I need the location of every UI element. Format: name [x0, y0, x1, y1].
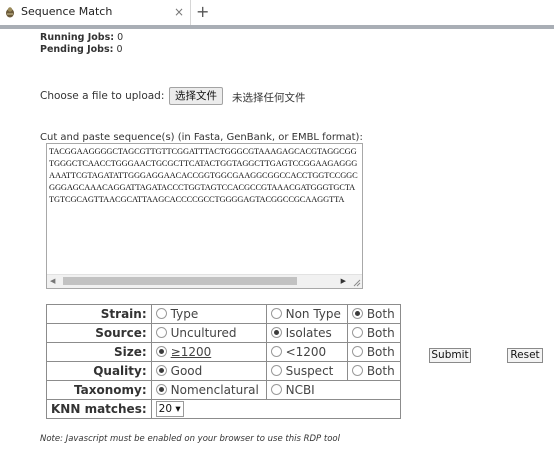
radio-selected-icon[interactable] [155, 346, 167, 357]
page-favicon-icon [6, 7, 14, 18]
browser-tab-bar: Sequence Match × + [0, 0, 554, 29]
knn-row: KNN matches: 20 ▾ [46, 399, 402, 419]
source-option-isolates[interactable]: Isolates [265, 323, 348, 343]
source-option-uncultured-label: Uncultured [170, 326, 237, 340]
upload-label: Choose a file to upload: [40, 90, 165, 102]
taxonomy-option-ncbi-label: NCBI [285, 383, 315, 397]
pending-jobs-label: Pending Jobs: [40, 44, 114, 55]
source-label: Source: [46, 323, 152, 343]
radio-icon[interactable] [270, 308, 282, 319]
tab-sequence-match[interactable]: Sequence Match × [0, 0, 191, 25]
radio-icon[interactable] [351, 346, 363, 357]
size-option-ge1200-label: ≥1200 [170, 345, 212, 359]
quality-option-good[interactable]: Good [150, 361, 267, 381]
chevron-down-icon: ▾ [175, 403, 181, 415]
running-jobs-label: Running Jobs: [40, 32, 115, 43]
choose-file-button[interactable]: 选择文件 [169, 87, 223, 105]
horizontal-scrollbar[interactable]: ◀ ▶ [47, 274, 362, 288]
close-tab-icon[interactable]: × [174, 5, 184, 19]
javascript-note: Note: Javascript must be enabled on your… [40, 434, 340, 444]
radio-icon[interactable] [270, 346, 282, 357]
strain-row: Strain: Type Non Type Both [46, 304, 402, 324]
tab-title: Sequence Match [21, 5, 113, 18]
running-jobs-status: Running Jobs: 0 [40, 32, 123, 43]
radio-selected-icon[interactable] [270, 327, 282, 338]
strain-option-both-label: Both [366, 307, 395, 321]
radio-icon[interactable] [270, 384, 282, 395]
radio-icon[interactable] [155, 327, 167, 338]
new-tab-icon[interactable]: + [196, 2, 209, 22]
toolbar-divider [0, 25, 554, 29]
sequence-input-label: Cut and paste sequence(s) (in Fasta, Gen… [40, 132, 363, 143]
quality-label: Quality: [46, 361, 152, 381]
source-option-uncultured[interactable]: Uncultured [150, 323, 267, 343]
sequence-text: TACGGAAGGGGCTAGCGTTGTTCGGATTTACTGGGCGTAA… [49, 147, 358, 204]
size-option-both-label: Both [366, 345, 395, 359]
strain-option-nontype-label: Non Type [285, 307, 341, 321]
radio-selected-icon[interactable] [155, 365, 167, 376]
pending-jobs-count: 0 [116, 44, 123, 55]
quality-row: Quality: Good Suspect Both [46, 361, 402, 381]
quality-option-suspect[interactable]: Suspect [265, 361, 348, 381]
pending-jobs-status: Pending Jobs: 0 [40, 44, 123, 55]
source-option-both-label: Both [366, 326, 395, 340]
radio-selected-icon[interactable] [155, 384, 167, 395]
taxonomy-row: Taxonomy: Nomenclatural NCBI [46, 380, 402, 400]
knn-matches-select[interactable]: 20 ▾ [155, 401, 184, 417]
scroll-left-icon[interactable]: ◀ [50, 277, 55, 285]
no-file-chosen-text: 未选择任何文件 [232, 92, 306, 104]
quality-option-both[interactable]: Both [346, 361, 402, 381]
size-option-lt1200[interactable]: <1200 [265, 342, 348, 362]
radio-icon[interactable] [351, 327, 363, 338]
sequence-textarea[interactable]: TACGGAAGGGGCTAGCGTTGTTCGGATTTACTGGGCGTAA… [46, 143, 363, 289]
radio-icon[interactable] [155, 308, 167, 319]
radio-icon[interactable] [270, 365, 282, 376]
radio-icon[interactable] [351, 365, 363, 376]
taxonomy-label: Taxonomy: [46, 380, 152, 400]
resize-grip-icon[interactable] [351, 277, 361, 287]
taxonomy-option-ncbi[interactable]: NCBI [265, 380, 402, 400]
running-jobs-count: 0 [117, 32, 124, 43]
search-options-table: Strain: Type Non Type Both Source: Uncul… [46, 304, 402, 419]
quality-option-suspect-label: Suspect [285, 364, 334, 378]
size-label: Size: [46, 342, 152, 362]
source-option-both[interactable]: Both [346, 323, 402, 343]
size-option-ge1200[interactable]: ≥1200 [150, 342, 267, 362]
scrollbar-thumb[interactable] [63, 277, 297, 285]
source-option-isolates-label: Isolates [285, 326, 332, 340]
size-option-lt1200-label: <1200 [285, 345, 327, 359]
quality-option-both-label: Both [366, 364, 395, 378]
taxonomy-option-nomenclatural-label: Nomenclatural [170, 383, 259, 397]
strain-option-both[interactable]: Both [346, 304, 402, 324]
strain-option-nontype[interactable]: Non Type [265, 304, 348, 324]
reset-button[interactable]: Reset [507, 348, 543, 363]
knn-value: 20 [158, 403, 173, 415]
knn-label: KNN matches: [46, 399, 152, 419]
strain-label: Strain: [46, 304, 152, 324]
source-row: Source: Uncultured Isolates Both [46, 323, 402, 343]
knn-cell: 20 ▾ [150, 399, 402, 419]
taxonomy-option-nomenclatural[interactable]: Nomenclatural [150, 380, 267, 400]
strain-option-type[interactable]: Type [150, 304, 267, 324]
size-row: Size: ≥1200 <1200 Both [46, 342, 402, 362]
strain-option-type-label: Type [170, 307, 199, 321]
radio-selected-icon[interactable] [351, 308, 363, 319]
size-option-both[interactable]: Both [346, 342, 402, 362]
scroll-right-icon[interactable]: ▶ [341, 277, 346, 285]
submit-button[interactable]: Submit [429, 348, 471, 363]
quality-option-good-label: Good [170, 364, 203, 378]
